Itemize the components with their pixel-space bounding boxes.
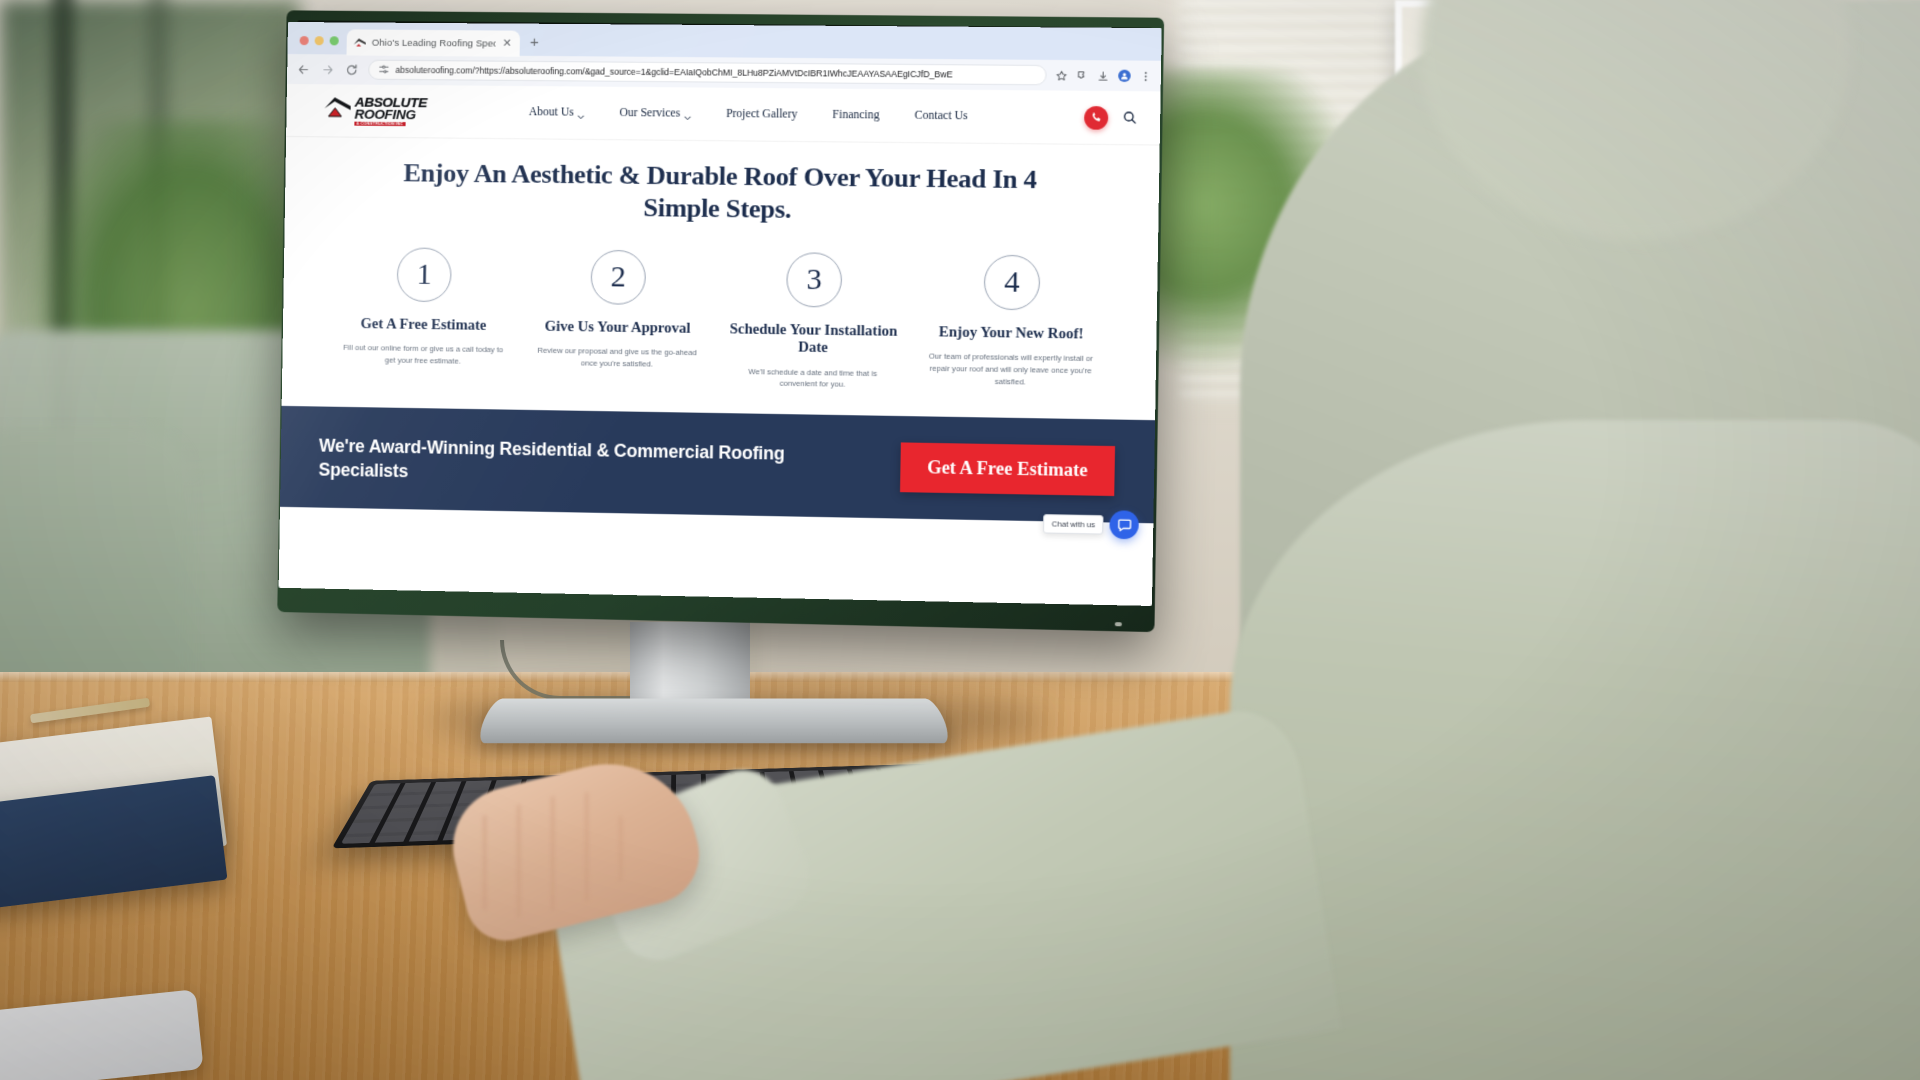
browser-tab-bar: Ohio's Leading Roofing Spec ✕ +: [287, 22, 1162, 61]
downloads-icon[interactable]: [1097, 70, 1109, 81]
step-description: Fill out our online form or give us a ca…: [343, 343, 504, 366]
header-actions: [1084, 105, 1138, 130]
roof-logo-icon: [324, 95, 351, 117]
nav-label-our-services: Our Services: [619, 106, 681, 120]
browser-window: Ohio's Leading Roofing Spec ✕ + absolute…: [278, 22, 1162, 606]
site-settings-icon[interactable]: [378, 63, 389, 76]
step-number-circle: 3: [786, 252, 843, 308]
step-description: Review our proposal and give us the go-a…: [537, 346, 697, 369]
browser-tab[interactable]: Ohio's Leading Roofing Spec ✕: [346, 29, 521, 57]
nav-label-about-us: About Us: [528, 106, 574, 119]
logo-wordmark: ABSOLUTE ROOFING & CONSTRUCTION INC: [354, 94, 427, 127]
address-bar-url: absoluteroofing.com/?https://absoluteroo…: [395, 64, 953, 80]
nav-label-contact-us: Contact Us: [914, 109, 968, 123]
step-item-2: 2 Give Us Your Approval Review our propo…: [527, 249, 710, 371]
address-bar[interactable]: absoluteroofing.com/?https://absoluteroo…: [368, 59, 1047, 86]
monitor-screen: Ohio's Leading Roofing Spec ✕ + absolute…: [278, 22, 1162, 606]
step-item-1: 1 Get A Free Estimate Fill out our onlin…: [333, 247, 514, 369]
bookmark-star-icon[interactable]: [1056, 70, 1068, 81]
browser-tab-title: Ohio's Leading Roofing Spec: [371, 37, 496, 50]
phone-icon[interactable]: [1084, 105, 1109, 130]
get-free-estimate-button[interactable]: Get A Free Estimate: [899, 442, 1116, 497]
logo-tagline: & CONSTRUCTION INC: [354, 121, 406, 127]
tab-close-icon[interactable]: ✕: [501, 37, 513, 49]
step-number-circle: 2: [590, 249, 647, 305]
chat-widget[interactable]: Chat with us: [1043, 509, 1139, 540]
main-navigation: About Us Our Services Project Gallery Fi…: [512, 106, 1085, 123]
window-close-dot[interactable]: [299, 36, 309, 46]
monitor-stand-base: [474, 698, 954, 744]
step-number-circle: 4: [983, 254, 1041, 311]
search-icon[interactable]: [1122, 110, 1138, 125]
monitor-power-led: [1114, 622, 1122, 627]
nav-item-our-services[interactable]: Our Services: [602, 107, 709, 120]
step-title: Enjoy Your New Roof!: [938, 324, 1084, 343]
site-logo[interactable]: ABSOLUTE ROOFING & CONSTRUCTION INC: [324, 94, 443, 127]
logo-line-2: ROOFING: [354, 106, 416, 122]
chevron-down-icon: [578, 110, 585, 115]
site-header: ABSOLUTE ROOFING & CONSTRUCTION INC Abou…: [286, 83, 1161, 145]
nav-item-project-gallery[interactable]: Project Gallery: [709, 108, 815, 121]
window-minimize-dot[interactable]: [314, 36, 324, 46]
forward-button[interactable]: [320, 62, 335, 77]
step-title: Get A Free Estimate: [360, 315, 487, 334]
step-title: Schedule Your Installation Date: [729, 321, 898, 357]
profile-avatar-icon[interactable]: [1118, 69, 1131, 82]
window-controls[interactable]: [295, 36, 346, 54]
kebab-menu-icon[interactable]: [1140, 70, 1152, 81]
step-number-circle: 1: [396, 247, 452, 303]
step-description: We'll schedule a date and time that is c…: [748, 366, 878, 390]
nav-item-contact-us[interactable]: Contact Us: [897, 109, 985, 123]
desk-scene-photo: Ohio's Leading Roofing Spec ✕ + absolute…: [0, 0, 1920, 1080]
step-item-4: 4 Enjoy Your New Roof! Our team of profe…: [918, 254, 1104, 390]
nav-item-about-us[interactable]: About Us: [512, 106, 603, 119]
roof-favicon-icon: [353, 37, 366, 47]
reload-button[interactable]: [344, 62, 359, 77]
window-maximize-dot[interactable]: [329, 36, 339, 46]
four-steps-section: Enjoy An Aesthetic & Durable Roof Over Y…: [281, 135, 1160, 421]
steps-row: 1 Get A Free Estimate Fill out our onlin…: [316, 246, 1122, 395]
nav-label-financing: Financing: [832, 108, 880, 122]
chat-widget-label: Chat with us: [1043, 513, 1104, 535]
chat-bubble-icon[interactable]: [1109, 510, 1139, 540]
cta-headline: We're Award-Winning Residential & Commer…: [318, 435, 785, 481]
back-button[interactable]: [296, 62, 311, 77]
nav-item-financing[interactable]: Financing: [815, 109, 897, 122]
nav-label-project-gallery: Project Gallery: [725, 107, 798, 121]
section-heading: Enjoy An Aesthetic & Durable Roof Over Y…: [403, 158, 1038, 224]
new-tab-button[interactable]: +: [520, 34, 547, 56]
step-item-3: 3 Schedule Your Installation Date We'll …: [721, 251, 906, 392]
chevron-down-icon: [684, 111, 691, 116]
cta-band: We're Award-Winning Residential & Commer…: [279, 406, 1156, 540]
toolbar-icon-group: [1056, 69, 1152, 82]
step-title: Give Us Your Approval: [544, 318, 691, 337]
step-description: Our team of professionals will expertly …: [928, 351, 1094, 387]
extensions-puzzle-icon[interactable]: [1077, 70, 1089, 81]
